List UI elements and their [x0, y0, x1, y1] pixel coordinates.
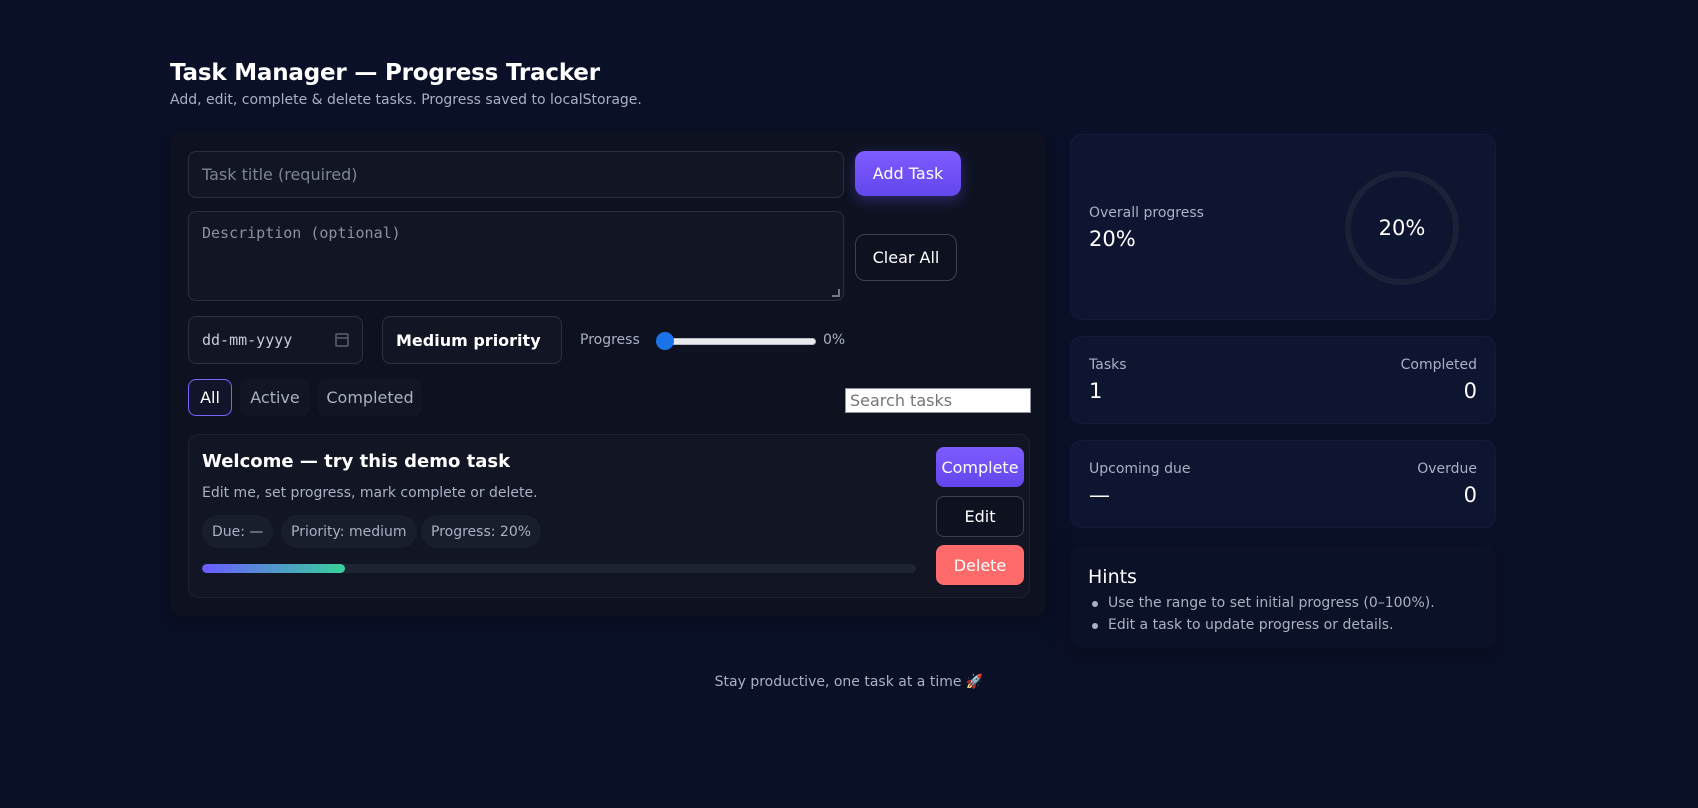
filter-all-button[interactable]: All [188, 379, 232, 416]
slider-thumb[interactable] [656, 332, 674, 350]
progress-ring-text: 20% [1378, 216, 1426, 240]
progress-label: Progress [580, 332, 640, 348]
footer-text: Stay productive, one task at a time 🚀 [714, 674, 984, 690]
hints-title: Hints [1088, 566, 1137, 588]
progress-tag: Progress: 20% [421, 515, 542, 548]
overall-progress-label: Overall progress [1089, 205, 1204, 221]
page-header: Task Manager — Progress Tracker Add, edi… [170, 60, 642, 108]
date-placeholder: dd-mm-yyyy [202, 331, 293, 349]
hints-list: Use the range to set initial progress (0… [1092, 592, 1435, 636]
task-progress-fill [202, 564, 345, 573]
search-input[interactable]: Search tasks [845, 388, 1031, 413]
task-description: Edit me, set progress, mark complete or … [202, 485, 538, 501]
task-title: Welcome — try this demo task [202, 451, 511, 472]
overall-progress-value: 20% [1089, 227, 1136, 251]
overall-progress-card: Overall progress 20% 20% [1070, 134, 1496, 320]
hint-item: Use the range to set initial progress (0… [1092, 592, 1435, 614]
task-description-input[interactable]: Description (optional) [188, 211, 844, 301]
hint-item: Edit a task to update progress or detail… [1092, 614, 1435, 636]
page-subtitle: Add, edit, complete & delete tasks. Prog… [170, 92, 642, 108]
tasks-count-label: Tasks [1089, 357, 1127, 373]
task-title-input[interactable]: Task title (required) [188, 151, 844, 198]
due-stats-card: Upcoming due — Overdue 0 [1070, 440, 1496, 528]
task-panel: Task title (required) Description (optio… [170, 132, 1046, 616]
tasks-count-value: 1 [1089, 379, 1103, 403]
completed-count-label: Completed [1400, 357, 1477, 373]
complete-button[interactable]: Complete [936, 447, 1024, 487]
description-placeholder: Description (optional) [202, 224, 401, 242]
due-date-input[interactable]: dd-mm-yyyy [188, 316, 363, 364]
progress-slider[interactable] [656, 332, 816, 350]
priority-select[interactable]: Medium priority [382, 316, 562, 364]
page-title: Task Manager — Progress Tracker [170, 60, 600, 86]
slider-track [656, 338, 816, 345]
upcoming-due-value: — [1089, 483, 1110, 507]
filter-active-button[interactable]: Active [240, 379, 310, 416]
completed-count-value: 0 [1463, 379, 1477, 403]
overdue-label: Overdue [1417, 461, 1477, 477]
calendar-icon[interactable] [335, 333, 349, 347]
resize-grip-icon[interactable] [832, 289, 840, 297]
overdue-value: 0 [1463, 483, 1477, 507]
progress-value: 0% [823, 332, 846, 348]
priority-tag: Priority: medium [281, 515, 417, 548]
delete-button[interactable]: Delete [936, 545, 1024, 585]
add-task-button[interactable]: Add Task [855, 151, 961, 196]
clear-all-button[interactable]: Clear All [855, 234, 957, 281]
upcoming-due-label: Upcoming due [1089, 461, 1191, 477]
task-item: Welcome — try this demo task Edit me, se… [188, 434, 1030, 598]
task-stats-card: Tasks 1 Completed 0 [1070, 336, 1496, 424]
due-tag: Due: — [202, 515, 274, 548]
edit-button[interactable]: Edit [936, 496, 1024, 537]
hints-card: Hints Use the range to set initial progr… [1070, 546, 1496, 648]
filter-completed-button[interactable]: Completed [318, 379, 422, 416]
task-progress-bar [202, 564, 916, 573]
